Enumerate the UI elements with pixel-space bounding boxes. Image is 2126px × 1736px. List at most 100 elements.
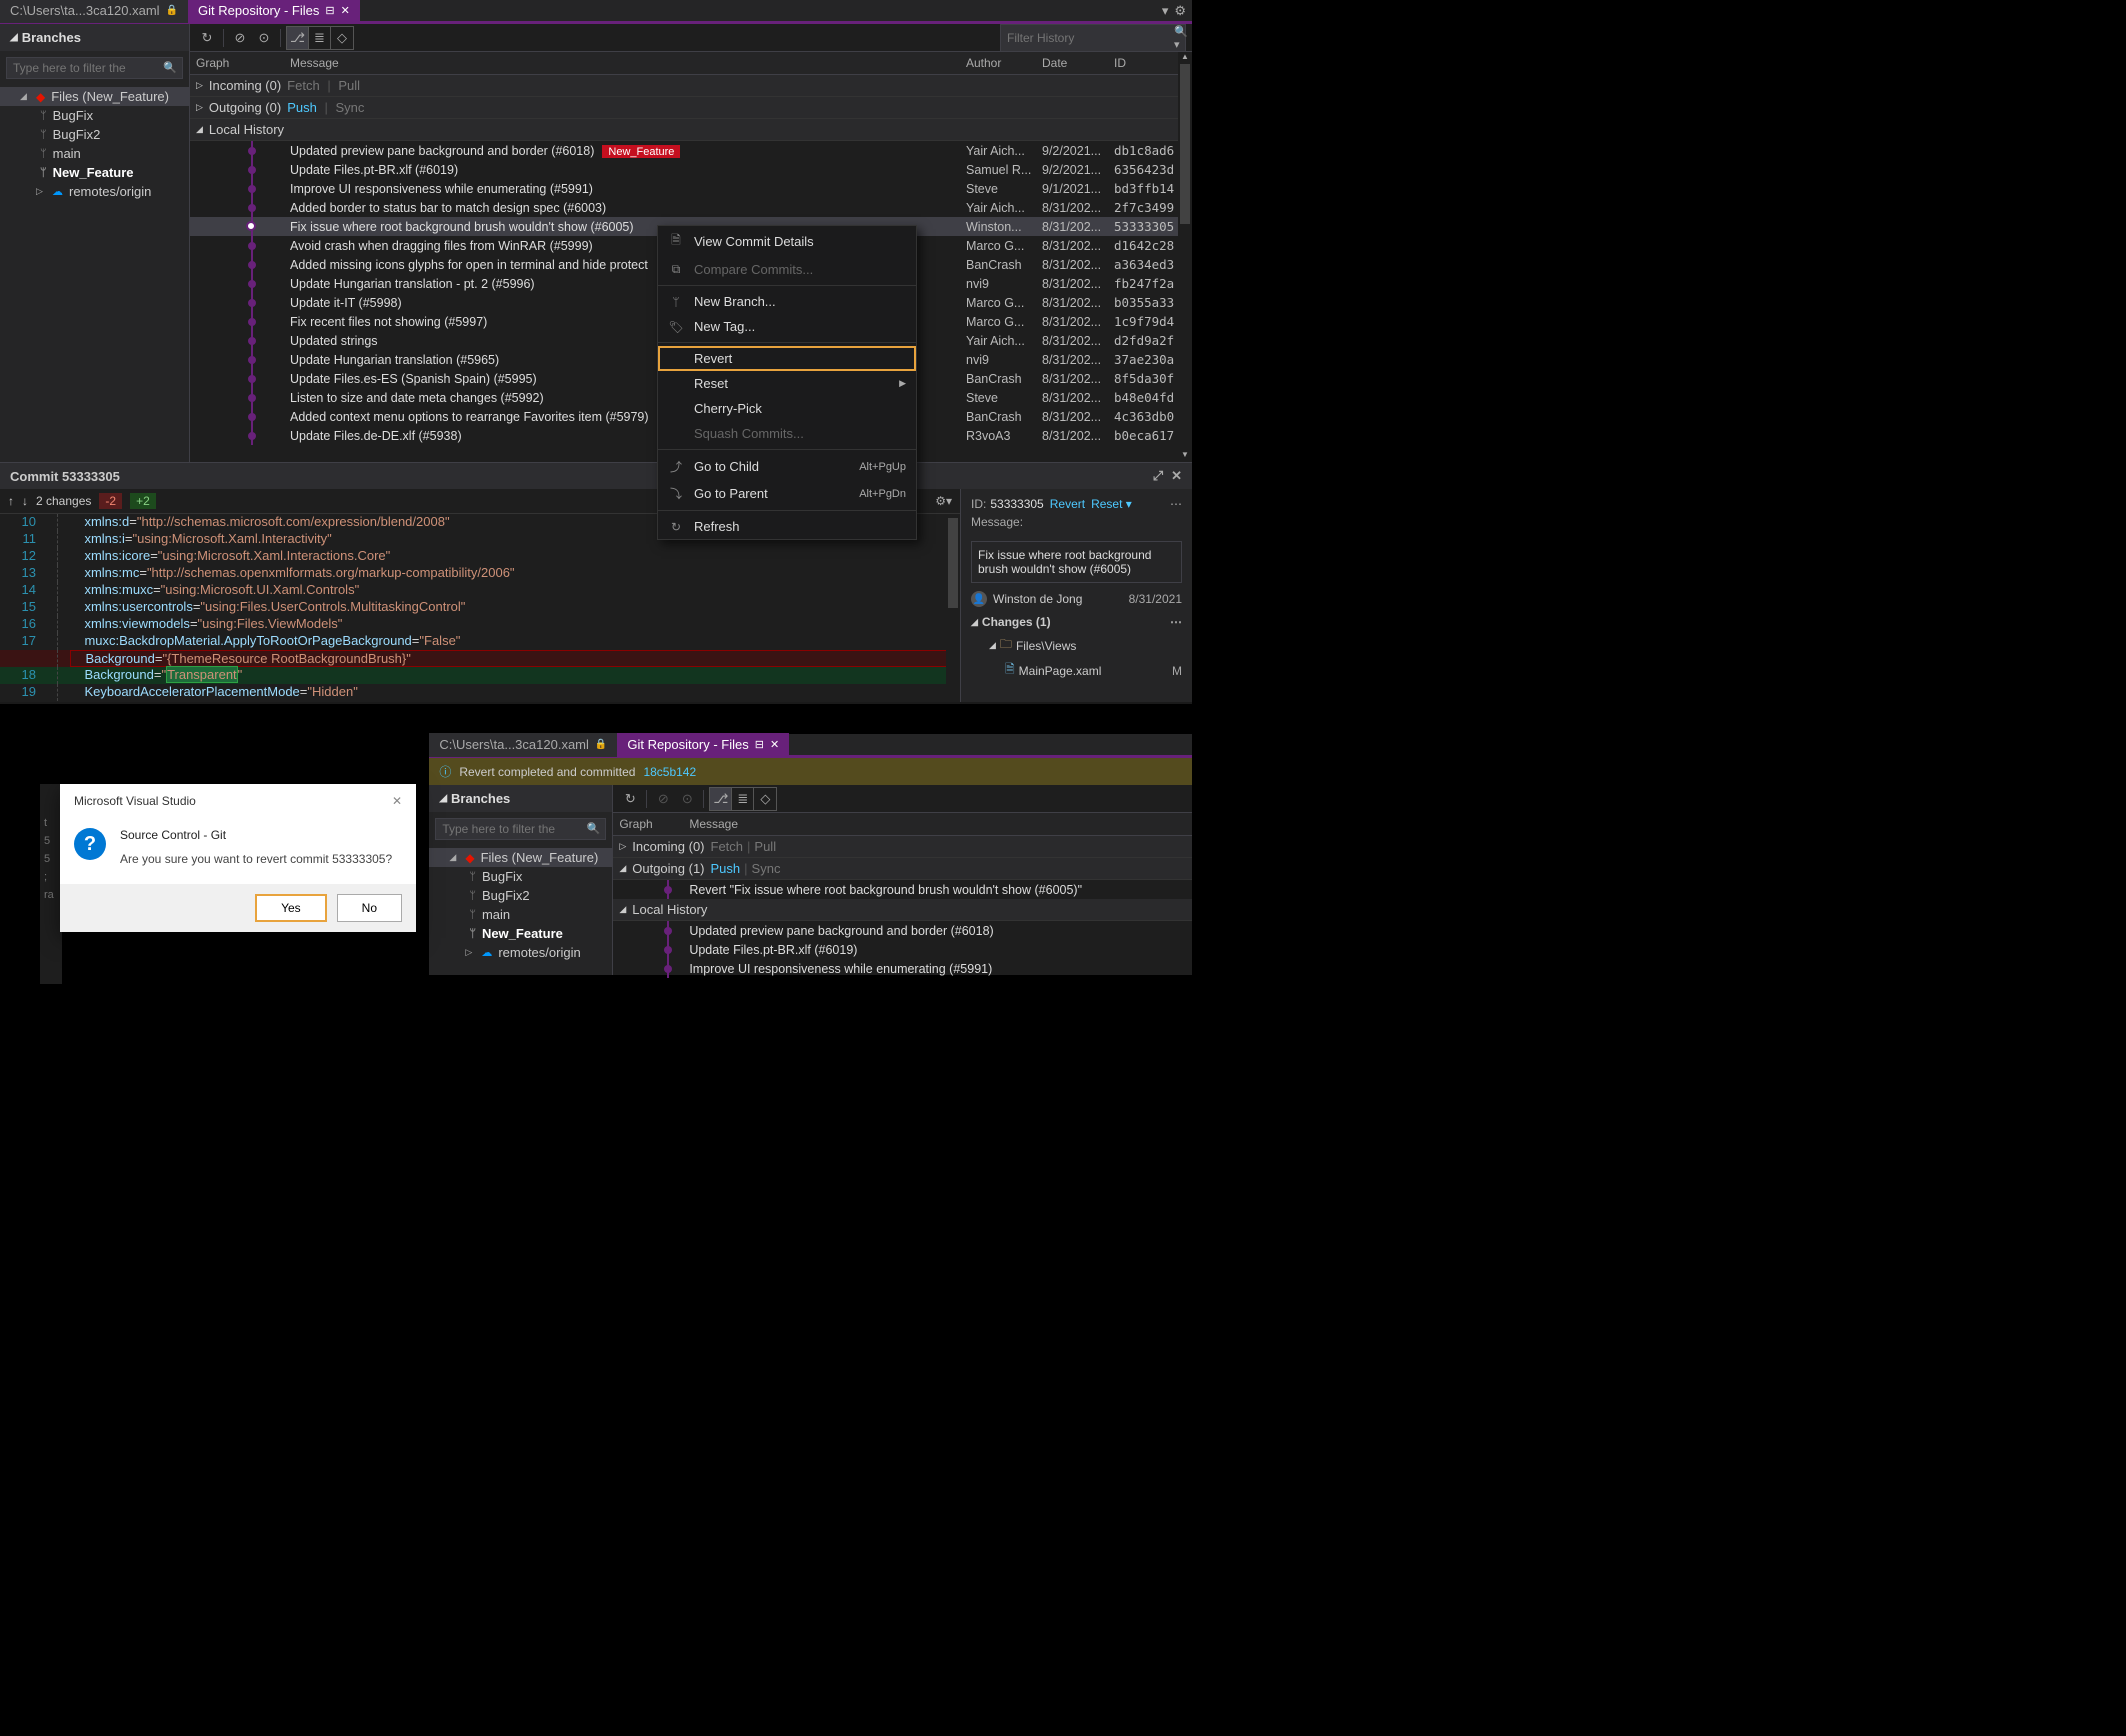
dropdown-icon[interactable]: ▾	[1162, 3, 1169, 19]
scroll-up-arrow[interactable]: ▲	[1178, 52, 1192, 64]
filter-button[interactable]: ⊘	[229, 27, 251, 49]
graph-view-button[interactable]: ⎇	[710, 788, 732, 810]
more-icon[interactable]: ⋯	[1170, 497, 1182, 511]
changes-section-header[interactable]: ◢ Changes (1) ⋯	[961, 611, 1192, 633]
branch-filter-input[interactable]	[435, 818, 606, 840]
commit-row[interactable]: Update Files.pt-BR.xlf (#6019)	[613, 940, 1192, 959]
maximize-icon[interactable]: ⤢	[1153, 468, 1163, 484]
gear-icon[interactable]: ⚙	[1174, 3, 1186, 19]
branch-filter-input[interactable]	[6, 57, 183, 79]
commit-row[interactable]: Updated preview pane background and bord…	[613, 921, 1192, 940]
files-root-node[interactable]: ◢ ◆ Files (New_Feature)	[429, 848, 612, 867]
yes-button[interactable]: Yes	[255, 894, 327, 922]
file-tab[interactable]: C:\Users\ta...3ca120.xaml 🔒	[429, 733, 617, 757]
outgoing-section[interactable]: ▷ Outgoing (0) Push | Sync	[190, 97, 1192, 119]
simple-view-button[interactable]: ◇	[331, 27, 353, 49]
files-root-node[interactable]: ◢ ◆ Files (New_Feature)	[0, 87, 189, 106]
close-icon[interactable]: ✕	[392, 794, 402, 808]
branches-header[interactable]: ◢ Branches	[0, 24, 189, 51]
code-scrollbar[interactable]	[946, 514, 960, 702]
new-branch-item[interactable]: ᛘNew Branch...	[658, 289, 916, 314]
code-editor[interactable]: 10 xmlns:d="http://schemas.microsoft.com…	[0, 514, 960, 702]
up-arrow-icon[interactable]: ↑	[8, 494, 14, 508]
commit-row[interactable]: Revert "Fix issue where root background …	[613, 880, 1192, 899]
close-icon[interactable]: ✕	[1171, 468, 1182, 484]
search-icon[interactable]: 🔍	[587, 822, 601, 835]
col-message[interactable]: Message	[290, 56, 966, 70]
gear-icon[interactable]: ⚙▾	[935, 494, 952, 508]
search-icon[interactable]: 🔍	[163, 61, 177, 74]
no-button[interactable]: No	[337, 894, 402, 922]
pin-icon[interactable]: ⊟	[325, 4, 334, 17]
more-icon[interactable]: ⋯	[1170, 615, 1182, 629]
revert-item[interactable]: Revert	[658, 346, 916, 371]
branch-item[interactable]: ᛘBugFix2	[429, 886, 612, 905]
local-history-section[interactable]: ◢ Local History	[613, 899, 1192, 921]
cherry-pick-item[interactable]: Cherry-Pick	[658, 396, 916, 421]
sync-link[interactable]: Sync	[752, 861, 781, 876]
scroll-thumb[interactable]	[1180, 64, 1190, 224]
col-author[interactable]: Author	[966, 56, 1042, 70]
col-graph[interactable]: Graph	[619, 817, 689, 831]
commit-row[interactable]: Improve UI responsiveness while enumerat…	[613, 959, 1192, 978]
go-to-parent-item[interactable]: ⤵Go to ParentAlt+PgDn	[658, 480, 916, 507]
git-repo-tab[interactable]: Git Repository - Files ⊟ ✕	[188, 0, 360, 23]
search-icon[interactable]: 🔍▾	[1168, 25, 1194, 51]
filter-history-input[interactable]	[1001, 28, 1168, 48]
remotes-node[interactable]: ▷☁remotes/origin	[0, 182, 189, 201]
commit-row[interactable]: Added border to status bar to match desi…	[190, 198, 1192, 217]
vertical-scrollbar[interactable]: ▲ ▼	[1178, 52, 1192, 462]
pull-link[interactable]: Pull	[338, 78, 360, 93]
branch-item-current[interactable]: ᛘNew_Feature	[0, 163, 189, 182]
fetch-link[interactable]: Fetch	[287, 78, 320, 93]
fetch-link[interactable]: Fetch	[711, 839, 744, 854]
filter-button-2[interactable]: ⊙	[253, 27, 275, 49]
file-tab[interactable]: C:\Users\ta...3ca120.xaml 🔒	[0, 0, 188, 23]
folder-node[interactable]: ◢ 🗀 Files\Views	[961, 633, 1192, 658]
scroll-down-arrow[interactable]: ▼	[1178, 450, 1192, 462]
branch-item[interactable]: ᛘBugFix2	[0, 125, 189, 144]
push-link[interactable]: Push	[287, 100, 317, 115]
graph-view-button[interactable]: ⎇	[287, 27, 309, 49]
remotes-node[interactable]: ▷☁remotes/origin	[429, 943, 612, 962]
outgoing-section[interactable]: ◢ Outgoing (1) Push|Sync	[613, 858, 1192, 880]
list-view-button[interactable]: ≣	[732, 788, 754, 810]
branch-item[interactable]: ᛘBugFix	[0, 106, 189, 125]
branch-item[interactable]: ᛘmain	[0, 144, 189, 163]
file-node[interactable]: 🗎 MainPage.xaml M	[961, 658, 1192, 683]
close-icon[interactable]: ✕	[770, 738, 779, 751]
pin-icon[interactable]: ⊟	[755, 738, 764, 751]
refresh-item[interactable]: ↻Refresh	[658, 514, 916, 539]
branch-item[interactable]: ᛘmain	[429, 905, 612, 924]
col-date[interactable]: Date	[1042, 56, 1114, 70]
sync-link[interactable]: Sync	[335, 100, 364, 115]
col-message[interactable]: Message	[689, 817, 1186, 831]
commit-row[interactable]: Update Files.pt-BR.xlf (#6019)Samuel R..…	[190, 160, 1192, 179]
git-repo-tab[interactable]: Git Repository - Files ⊟ ✕	[617, 733, 789, 757]
view-commit-details-item[interactable]: 🗎View Commit Details	[658, 226, 916, 257]
commit-hash-link[interactable]: 18c5b142	[643, 765, 696, 779]
reset-link[interactable]: Reset ▾	[1091, 497, 1132, 511]
revert-link[interactable]: Revert	[1050, 497, 1085, 511]
local-history-section[interactable]: ◢ Local History	[190, 119, 1192, 141]
refresh-button[interactable]: ↻	[196, 27, 218, 49]
new-tag-item[interactable]: 🏷New Tag...	[658, 314, 916, 339]
commit-row[interactable]: Updated preview pane background and bord…	[190, 141, 1192, 160]
incoming-section[interactable]: ▷ Incoming (0) Fetch|Pull	[613, 836, 1192, 858]
close-icon[interactable]: ✕	[341, 4, 350, 17]
down-arrow-icon[interactable]: ↓	[22, 494, 28, 508]
scroll-thumb[interactable]	[948, 518, 958, 608]
branches-header[interactable]: ◢ Branches	[429, 785, 612, 812]
refresh-button[interactable]: ↻	[619, 788, 641, 810]
col-graph[interactable]: Graph	[196, 56, 290, 70]
pull-link[interactable]: Pull	[754, 839, 776, 854]
incoming-section[interactable]: ▷ Incoming (0) Fetch | Pull	[190, 75, 1192, 97]
col-id[interactable]: ID	[1114, 56, 1186, 70]
list-view-button[interactable]: ≣	[309, 27, 331, 49]
reset-item[interactable]: Reset▶	[658, 371, 916, 396]
go-to-child-item[interactable]: ⤴Go to ChildAlt+PgUp	[658, 453, 916, 480]
push-link[interactable]: Push	[711, 861, 741, 876]
branch-item[interactable]: ᛘBugFix	[429, 867, 612, 886]
branch-item-current[interactable]: ᛘNew_Feature	[429, 924, 612, 943]
simple-view-button[interactable]: ◇	[754, 788, 776, 810]
